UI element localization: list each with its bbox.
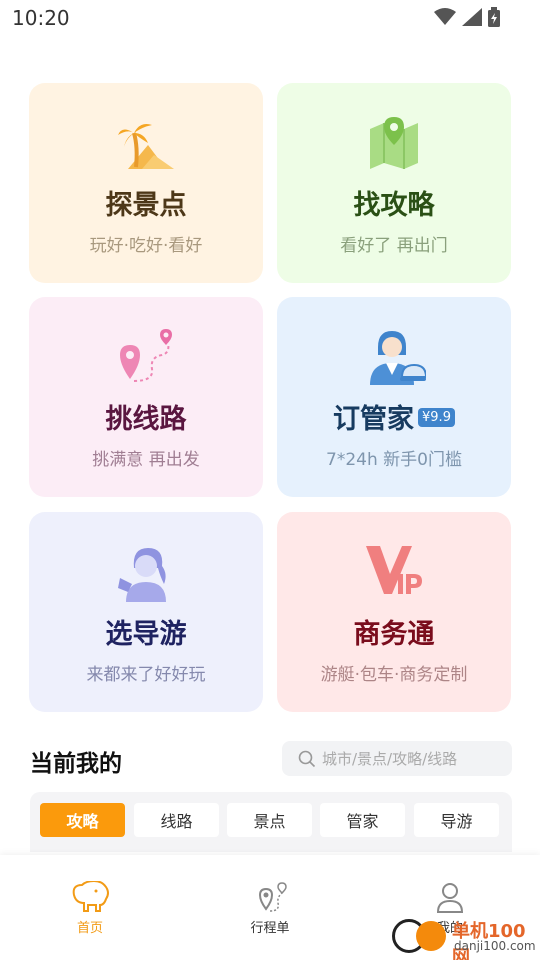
tab-guides[interactable]: 攻略 (40, 803, 125, 837)
watermark-subtitle: danji100.com (454, 939, 536, 953)
tab-spots[interactable]: 景点 (227, 803, 312, 837)
palm-tree-mountain-icon (118, 124, 174, 169)
card-title-text: 订管家 (333, 404, 415, 435)
vip-icon (366, 546, 422, 594)
card-subtitle: 挑满意 再出发 (92, 450, 200, 470)
itinerary-icon (258, 882, 287, 912)
card-title: 选导游 (105, 619, 187, 650)
status-bar: 10:20 (0, 0, 540, 36)
nav-home[interactable]: 首页 (45, 881, 135, 936)
card-subtitle: 来都来了好好玩 (86, 665, 206, 685)
tab-tour-guides[interactable]: 导游 (414, 803, 499, 837)
nav-label: 首页 (76, 921, 103, 936)
status-icons (434, 7, 500, 27)
card-explore-spots[interactable]: 探景点 玩好·吃好·看好 (29, 83, 263, 283)
nav-label: 行程单 (250, 921, 290, 936)
card-find-guides[interactable]: 找攻略 看好了 再出门 (277, 83, 511, 283)
card-subtitle: 看好了 再出门 (340, 236, 448, 256)
map-pin-icon (370, 117, 418, 169)
card-business[interactable]: 商务通 游艇·包车·商务定制 (277, 512, 511, 712)
card-title: 挑线路 (105, 404, 187, 435)
concierge-icon (370, 331, 426, 385)
status-time: 10:20 (12, 6, 70, 30)
tab-concierge[interactable]: 管家 (320, 803, 405, 837)
card-title: 商务通 (353, 619, 435, 650)
signal-icon (462, 8, 482, 26)
watermark-circle-orange (416, 921, 446, 951)
search-input[interactable] (322, 749, 502, 768)
watermark-logo: 单机100网 danji100.com (392, 913, 540, 960)
card-subtitle: 游艇·包车·商务定制 (320, 665, 468, 685)
category-tabs: 攻略 线路 景点 管家 导游 (30, 792, 512, 852)
nav-itinerary[interactable]: 行程单 (225, 881, 315, 936)
wifi-icon (434, 8, 456, 25)
price-badge: ¥9.9 (418, 408, 455, 427)
search-box[interactable] (282, 741, 512, 776)
card-title: 探景点 (105, 190, 187, 221)
tab-routes[interactable]: 线路 (134, 803, 219, 837)
card-choose-guide[interactable]: 选导游 来都来了好好玩 (29, 512, 263, 712)
card-pick-routes[interactable]: 挑线路 挑满意 再出发 (29, 297, 263, 497)
card-subtitle: 玩好·吃好·看好 (89, 236, 203, 256)
section-title: 当前我的 (30, 751, 122, 777)
card-subtitle: 7*24h 新手0门槛 (326, 450, 462, 470)
search-icon (298, 750, 316, 767)
card-book-concierge[interactable]: 订管家 ¥9.9 7*24h 新手0门槛 (277, 297, 511, 497)
profile-icon (436, 883, 464, 913)
card-title: 找攻略 (353, 190, 435, 221)
guide-icon (118, 548, 166, 602)
route-icon (120, 329, 172, 382)
battery-icon (488, 7, 500, 27)
card-title: 订管家 ¥9.9 (277, 397, 511, 436)
elephant-home-icon (72, 881, 109, 912)
